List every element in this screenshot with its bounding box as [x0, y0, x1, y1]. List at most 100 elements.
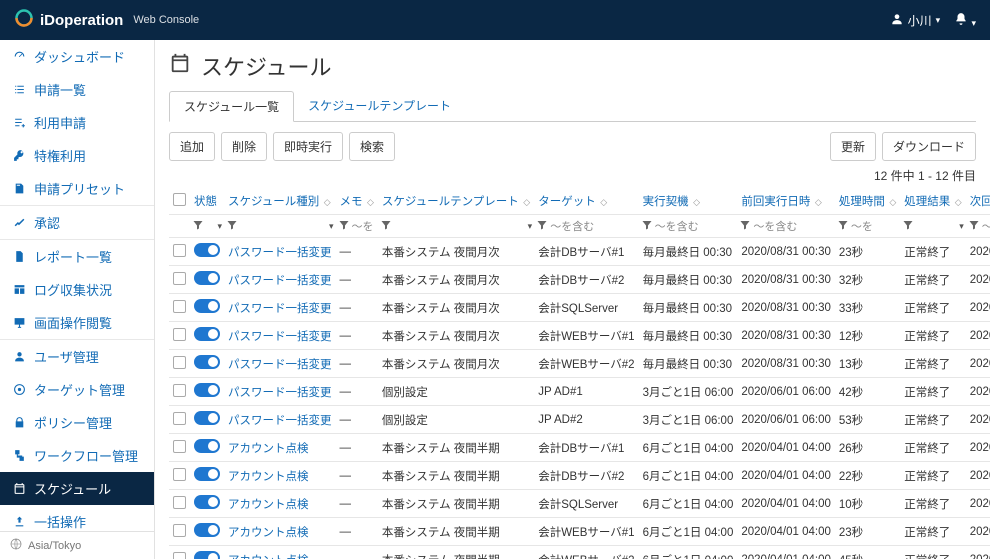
- row-checkbox[interactable]: [173, 384, 186, 397]
- toolbar-left-btn-3[interactable]: 検索: [349, 132, 395, 161]
- col-header-0[interactable]: 状態: [190, 188, 224, 215]
- schedule-type-link[interactable]: パスワード一括変更: [228, 415, 332, 427]
- row-checkbox[interactable]: [173, 272, 186, 285]
- sidebar-item-5[interactable]: 承認: [0, 205, 154, 239]
- sidebar-item-0[interactable]: ダッシュボード: [0, 40, 154, 73]
- row-checkbox[interactable]: [173, 440, 186, 453]
- filter-input[interactable]: ～を含む: [982, 218, 990, 234]
- schedule-type-link[interactable]: アカウント点検: [228, 499, 309, 511]
- tab-0[interactable]: スケジュール一覧: [169, 91, 294, 122]
- row-checkbox[interactable]: [173, 356, 186, 369]
- sidebar: ダッシュボード申請一覧利用申請特権利用申請プリセット承認レポート一覧ログ収集状況…: [0, 40, 155, 559]
- sidebar-item-1[interactable]: 申請一覧: [0, 73, 154, 106]
- filter-icon[interactable]: [968, 219, 980, 234]
- col-header-5[interactable]: 実行契機 ◇: [639, 188, 738, 215]
- filter-input[interactable]: ～を: [352, 218, 374, 234]
- col-header-6[interactable]: 前回実行日時 ◇: [737, 188, 835, 215]
- status-toggle[interactable]: [194, 523, 220, 537]
- sidebar-item-6[interactable]: レポート一覧: [0, 239, 154, 273]
- filter-icon[interactable]: [641, 219, 653, 234]
- schedule-type-link[interactable]: アカウント点検: [228, 471, 309, 483]
- toolbar-right: 更新ダウンロード: [830, 132, 976, 161]
- status-toggle[interactable]: [194, 355, 220, 369]
- toolbar-right-btn-1[interactable]: ダウンロード: [882, 132, 976, 161]
- status-toggle[interactable]: [194, 551, 220, 559]
- schedule-type-link[interactable]: パスワード一括変更: [228, 387, 332, 399]
- status-toggle[interactable]: [194, 327, 220, 341]
- status-toggle[interactable]: [194, 495, 220, 509]
- filter-input[interactable]: ～を含む: [550, 218, 594, 234]
- chevron-down-icon[interactable]: ▾: [329, 221, 334, 232]
- schedule-type-link[interactable]: パスワード一括変更: [228, 275, 332, 287]
- col-header-4[interactable]: ターゲット ◇: [534, 188, 638, 215]
- filter-input[interactable]: ～を: [851, 218, 873, 234]
- sidebar-item-9[interactable]: ユーザ管理: [0, 339, 154, 373]
- filter-icon[interactable]: [338, 219, 350, 234]
- sidebar-item-13[interactable]: スケジュール: [0, 472, 154, 505]
- chevron-down-icon[interactable]: ▾: [528, 221, 533, 232]
- sidebar-item-7[interactable]: ログ収集状況: [0, 273, 154, 306]
- user-menu[interactable]: 小川 ▾: [890, 12, 941, 29]
- chevron-down-icon[interactable]: ▾: [217, 221, 222, 232]
- row-checkbox[interactable]: [173, 468, 186, 481]
- sidebar-footer: Asia/Tokyo: [0, 531, 154, 559]
- filter-icon[interactable]: [902, 219, 914, 234]
- sidebar-item-3[interactable]: 特権利用: [0, 139, 154, 172]
- toolbar-left-btn-2[interactable]: 即時実行: [273, 132, 343, 161]
- template-cell: 本番システム 夜間月次: [378, 294, 534, 322]
- sidebar-item-14[interactable]: 一括操作: [0, 505, 154, 531]
- result-cell: 正常終了: [900, 378, 965, 406]
- table-row: パスワード一括変更—個別設定JP AD#23月ごと1日 06:002020/06…: [169, 406, 990, 434]
- toolbar-left-btn-0[interactable]: 追加: [169, 132, 215, 161]
- schedule-type-link[interactable]: パスワード一括変更: [228, 359, 332, 371]
- filter-icon[interactable]: [192, 219, 204, 234]
- row-checkbox[interactable]: [173, 328, 186, 341]
- status-toggle[interactable]: [194, 243, 220, 257]
- row-checkbox[interactable]: [173, 496, 186, 509]
- sidebar-item-4[interactable]: 申請プリセット: [0, 172, 154, 205]
- chevron-down-icon[interactable]: ▾: [959, 221, 964, 232]
- row-checkbox[interactable]: [173, 412, 186, 425]
- sidebar-item-2[interactable]: 利用申請: [0, 106, 154, 139]
- schedule-type-link[interactable]: パスワード一括変更: [228, 303, 332, 315]
- col-header-8[interactable]: 処理結果 ◇: [900, 188, 965, 215]
- status-toggle[interactable]: [194, 383, 220, 397]
- col-header-1[interactable]: スケジュール種別 ◇: [224, 188, 336, 215]
- select-all-checkbox[interactable]: [173, 193, 186, 206]
- toolbar-right-btn-0[interactable]: 更新: [830, 132, 876, 161]
- filter-icon[interactable]: [226, 219, 238, 234]
- filter-icon[interactable]: [739, 219, 751, 234]
- schedule-type-link[interactable]: パスワード一括変更: [228, 247, 332, 259]
- notifications-button[interactable]: ▾: [954, 12, 976, 29]
- status-toggle[interactable]: [194, 299, 220, 313]
- schedule-type-link[interactable]: パスワード一括変更: [228, 331, 332, 343]
- status-toggle[interactable]: [194, 467, 220, 481]
- col-header-9[interactable]: 次回実行日時 ◇ ▾: [966, 188, 990, 215]
- filter-input[interactable]: ～を含む: [655, 218, 699, 234]
- row-checkbox[interactable]: [173, 244, 186, 257]
- col-header-3[interactable]: スケジュールテンプレート ◇: [378, 188, 534, 215]
- sidebar-item-11[interactable]: ポリシー管理: [0, 406, 154, 439]
- filter-icon[interactable]: [380, 219, 392, 234]
- status-toggle[interactable]: [194, 439, 220, 453]
- sidebar-item-8[interactable]: 画面操作閲覧: [0, 306, 154, 339]
- col-header-2[interactable]: メモ ◇: [336, 188, 378, 215]
- row-checkbox[interactable]: [173, 552, 186, 559]
- status-toggle[interactable]: [194, 271, 220, 285]
- status-toggle[interactable]: [194, 411, 220, 425]
- filter-checkbox-cell: [169, 215, 190, 238]
- row-checkbox[interactable]: [173, 524, 186, 537]
- sidebar-item-10[interactable]: ターゲット管理: [0, 373, 154, 406]
- filter-icon[interactable]: [536, 219, 548, 234]
- col-header-7[interactable]: 処理時間 ◇: [835, 188, 900, 215]
- schedule-type-link[interactable]: アカウント点検: [228, 555, 309, 559]
- sort-icon: ◇: [598, 197, 607, 207]
- sidebar-item-12[interactable]: ワークフロー管理: [0, 439, 154, 472]
- schedule-type-link[interactable]: アカウント点検: [228, 443, 309, 455]
- row-checkbox[interactable]: [173, 300, 186, 313]
- filter-input[interactable]: ～を含む: [753, 218, 797, 234]
- toolbar-left-btn-1[interactable]: 削除: [221, 132, 267, 161]
- tab-1[interactable]: スケジュールテンプレート: [294, 91, 465, 122]
- filter-icon[interactable]: [837, 219, 849, 234]
- schedule-type-link[interactable]: アカウント点検: [228, 527, 309, 539]
